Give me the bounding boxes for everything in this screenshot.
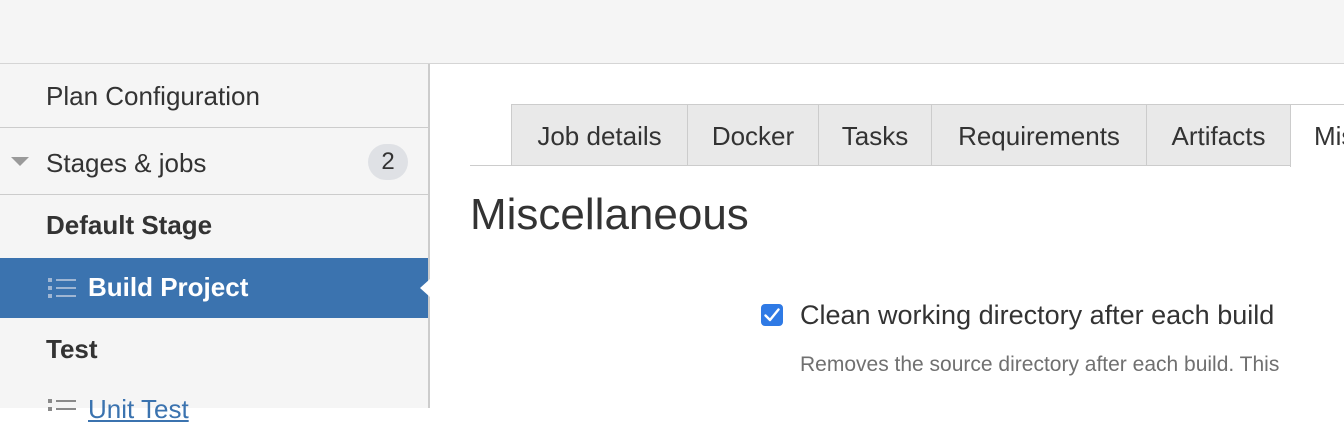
job-list-icon [48, 278, 76, 298]
stage-heading-test: Test [46, 334, 98, 364]
sidebar-item-label: Build Project [88, 272, 249, 302]
sidebar-item-plan-configuration[interactable]: Plan Configuration [0, 64, 428, 128]
sidebar-item-job-selected[interactable]: Build Project [0, 258, 430, 318]
caret-down-icon[interactable] [11, 157, 29, 166]
sidebar-item-unit-test[interactable]: Unit Test [88, 394, 189, 425]
top-header-bar [0, 0, 1344, 64]
stage-heading-default: Default Stage [46, 210, 213, 240]
count-badge: 2 [368, 144, 408, 180]
sidebar: Plan Configuration Stages & jobs 2 Defau… [0, 64, 430, 424]
selection-notch [420, 279, 430, 297]
main-content: Job details Docker Tasks Requirements Ar… [430, 64, 1344, 408]
clean-directory-description: Removes the source directory after each … [800, 353, 1280, 376]
sidebar-item-label: Plan Configuration [46, 81, 260, 111]
description-clip: Removes the source directory after each … [430, 64, 1344, 408]
sidebar-item-label: Stages & jobs [46, 148, 207, 178]
job-list-icon [48, 399, 76, 411]
sidebar-item-stages-jobs[interactable]: Stages & jobs 2 [0, 129, 428, 195]
